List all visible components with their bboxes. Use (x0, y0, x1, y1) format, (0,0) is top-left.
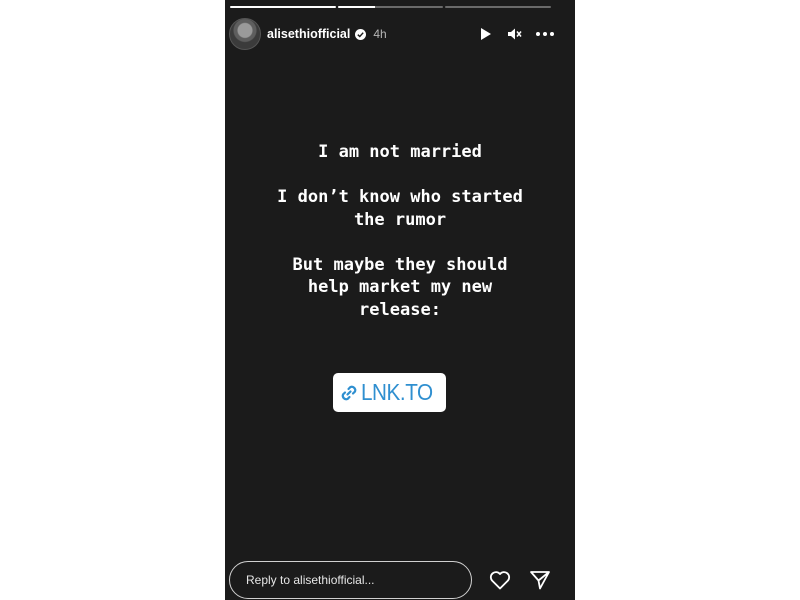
reply-input[interactable] (229, 561, 472, 599)
progress-segment (445, 6, 552, 8)
post-time: 4h (373, 27, 387, 41)
story-footer (229, 560, 555, 600)
more-options-icon[interactable] (535, 24, 555, 44)
caption-line: I don’t know who started the rumor (277, 187, 523, 230)
story-header: alisethiofficial 4h (229, 18, 555, 50)
avatar[interactable] (229, 18, 261, 50)
mute-icon[interactable] (505, 24, 525, 44)
heart-icon[interactable] (488, 568, 512, 592)
story-controls (475, 24, 555, 44)
link-icon (339, 383, 359, 403)
progress-segment-fill (230, 6, 336, 8)
story-caption: I am not married I don’t know who starte… (225, 141, 575, 344)
play-icon[interactable] (475, 24, 495, 44)
progress-segment (230, 6, 336, 8)
progress-segment-fill (337, 6, 375, 8)
verified-badge-icon (355, 28, 367, 40)
caption-line: But maybe they should help market my new… (292, 254, 508, 320)
link-sticker[interactable]: LNK.TO (333, 373, 446, 412)
username[interactable]: alisethiofficial (267, 27, 350, 41)
story-progress-bar (230, 6, 552, 8)
send-icon[interactable] (528, 568, 552, 592)
link-label: LNK.TO (360, 379, 433, 405)
progress-segment (337, 6, 444, 8)
caption-line: I am not married (318, 142, 482, 162)
story-viewer: alisethiofficial 4h I am not married I d… (225, 0, 575, 600)
